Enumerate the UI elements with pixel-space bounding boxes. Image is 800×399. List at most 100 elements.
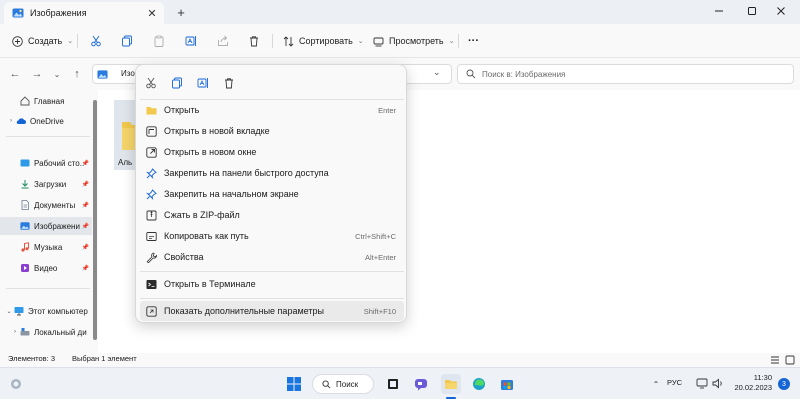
wrench-icon (146, 252, 157, 263)
copy-quick-button[interactable] (167, 73, 187, 93)
chevron-down-icon[interactable]: ⌄ (4, 308, 14, 315)
menu-item-open-new-window[interactable]: Открыть в новом окне (140, 142, 404, 162)
paste-icon (154, 35, 164, 47)
task-view-button[interactable] (383, 374, 403, 394)
edge-button[interactable] (469, 374, 489, 394)
delete-button[interactable] (248, 31, 260, 51)
nav-label: Рабочий сто.. (34, 158, 85, 168)
sort-label: Сортировать (299, 36, 353, 46)
tab-pictures[interactable]: Изображения ✕ (4, 2, 164, 24)
tray-overflow-button[interactable]: ⌃ (646, 374, 666, 394)
details-view-icon[interactable] (770, 355, 780, 365)
menu-item-copy-path[interactable]: Копировать как путь Ctrl+Shift+C (140, 226, 404, 246)
menu-item-pin-start[interactable]: Закрепить на начальном экране (140, 184, 404, 204)
sort-button[interactable]: Сортировать ⌄ (283, 31, 364, 51)
chevron-down-icon: ⌄ (448, 38, 455, 45)
chat-icon (415, 379, 427, 391)
taskbar-search-label: Поиск (336, 379, 359, 389)
nav-item-desktop[interactable]: Рабочий сто.. 📌 (0, 154, 92, 172)
start-button[interactable] (284, 374, 304, 394)
breadcrumb[interactable]: Изо (121, 69, 135, 78)
clock-date: 20.02.2023 (734, 383, 772, 392)
navigation-pane: Главная › OneDrive Рабочий сто.. 📌 Загру… (0, 90, 98, 353)
title-bar: Изображения ✕ + (0, 0, 800, 24)
nav-item-music[interactable]: Музыка 📌 (0, 238, 92, 256)
minimize-icon (715, 10, 723, 12)
command-bar: Создать ⌄ Сортировать ⌄ Просмотреть ⌄ ··… (0, 24, 800, 58)
search-input[interactable]: Поиск в: Изображения (457, 64, 794, 84)
music-icon (21, 242, 29, 252)
download-icon (21, 180, 29, 189)
chat-button[interactable] (411, 374, 431, 394)
recent-button[interactable]: ⌄ (50, 67, 64, 81)
rename-button[interactable] (185, 31, 197, 51)
delete-quick-button[interactable] (219, 73, 239, 93)
up-button[interactable]: ↑ (70, 67, 84, 81)
share-icon (218, 35, 228, 46)
pin-icon (146, 168, 157, 179)
taskbar-search[interactable]: Поиск (312, 374, 374, 394)
paste-button[interactable] (153, 31, 165, 51)
pin-icon (146, 189, 157, 200)
view-button[interactable]: Просмотреть ⌄ (373, 31, 455, 51)
nav-label: Изображени (34, 221, 80, 231)
file-explorer-taskbar-button[interactable] (441, 374, 461, 394)
close-tab-icon[interactable]: ✕ (144, 5, 160, 21)
nav-item-onedrive[interactable]: › OneDrive (0, 112, 92, 130)
rename-quick-button[interactable] (193, 73, 213, 93)
menu-item-pin-quick-access[interactable]: Закрепить на панели быстрого доступа (140, 163, 404, 183)
cut-button[interactable] (90, 31, 102, 51)
pin-icon: 📌 (81, 181, 89, 188)
store-icon (501, 380, 513, 390)
weather-icon (11, 379, 21, 389)
video-icon (21, 264, 29, 272)
widgets-button[interactable] (6, 374, 26, 394)
close-button[interactable] (762, 0, 800, 22)
nav-scrollbar[interactable] (93, 100, 97, 340)
chevron-right-icon[interactable]: › (10, 329, 20, 335)
notification-badge[interactable]: 3 (778, 378, 790, 390)
cut-quick-button[interactable] (141, 73, 161, 93)
volume-icon[interactable] (712, 378, 724, 389)
nav-item-downloads[interactable]: Загрузки 📌 (0, 175, 92, 193)
menu-item-open[interactable]: Открыть Enter (140, 100, 404, 120)
back-button[interactable]: ← (8, 67, 22, 81)
scissors-icon (91, 35, 101, 47)
copy-button[interactable] (121, 31, 133, 51)
address-dropdown-icon[interactable]: ⌄ (433, 67, 441, 78)
nav-item-local-disk[interactable]: › Локальный ди (0, 323, 92, 341)
nav-item-pictures[interactable]: Изображени 📌 (0, 217, 92, 235)
zip-icon (146, 210, 157, 221)
create-button[interactable]: Создать ⌄ (12, 31, 73, 51)
menu-item-open-terminal[interactable]: Открыть в Терминале (140, 274, 404, 294)
menu-item-show-more-options[interactable]: Показать дополнительные параметры Shift+… (140, 301, 404, 321)
nav-label: Загрузки (34, 179, 67, 189)
desktop-icon (20, 159, 30, 167)
nav-item-videos[interactable]: Видео 📌 (0, 259, 92, 277)
input-language[interactable]: РУС (667, 378, 682, 387)
network-icon[interactable] (696, 378, 708, 389)
arrow-left-icon: ← (9, 68, 21, 80)
store-button[interactable] (497, 374, 517, 394)
menu-item-label: Закрепить на панели быстрого доступа (164, 168, 329, 178)
nav-label: Видео (34, 263, 58, 273)
menu-item-open-new-tab[interactable]: Открыть в новой вкладке (140, 121, 404, 141)
tiles-view-icon[interactable] (785, 355, 795, 365)
new-tab-button[interactable]: + (172, 3, 190, 21)
chevron-right-icon[interactable]: › (6, 118, 16, 124)
share-button[interactable] (217, 31, 229, 51)
menu-item-properties[interactable]: Свойства Alt+Enter (140, 247, 404, 267)
forward-button[interactable]: → (30, 67, 44, 81)
edge-browser-icon (473, 378, 485, 390)
menu-item-compress-zip[interactable]: Сжать в ZIP-файл (140, 205, 404, 225)
nav-item-documents[interactable]: Документы 📌 (0, 196, 92, 214)
nav-item-this-pc[interactable]: ⌄ Этот компьютер (0, 302, 92, 320)
search-icon (322, 379, 331, 388)
clock[interactable]: 11:30 20.02.2023 (734, 373, 772, 393)
home-icon (20, 96, 30, 106)
nav-label: OneDrive (30, 116, 64, 126)
create-label: Создать (28, 36, 63, 46)
nav-label: Документы (34, 200, 76, 210)
more-options-button[interactable]: ··· (468, 31, 479, 51)
nav-item-home[interactable]: Главная (0, 92, 92, 110)
